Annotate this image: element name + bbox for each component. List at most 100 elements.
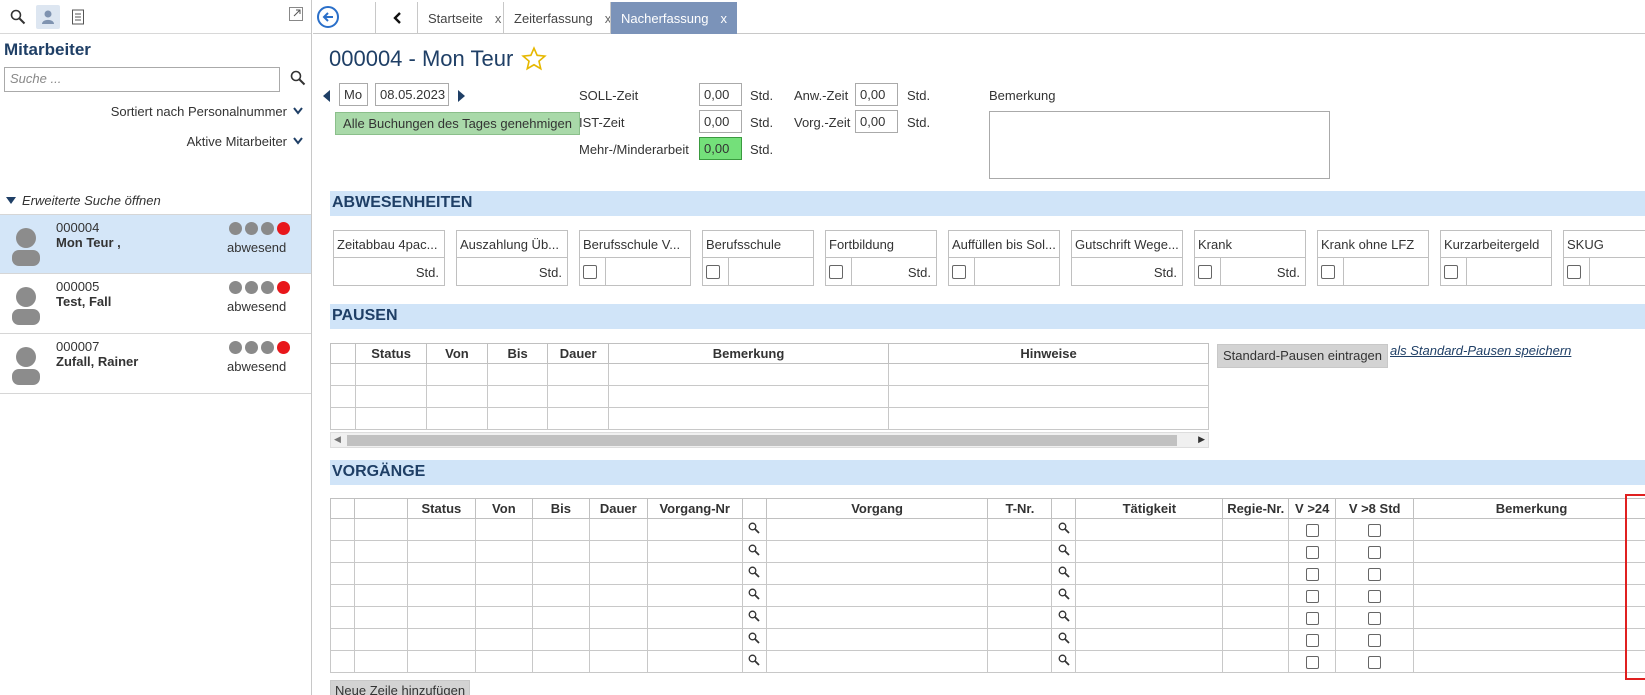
vorgang-cell[interactable] bbox=[1335, 628, 1415, 651]
vorgang-checkbox[interactable] bbox=[1368, 524, 1382, 538]
scrollbar-thumb[interactable] bbox=[347, 435, 1177, 446]
next-day-icon[interactable] bbox=[458, 90, 466, 102]
vorgang-checkbox[interactable] bbox=[1368, 634, 1382, 648]
vorgang-cell[interactable] bbox=[765, 540, 989, 563]
vorgang-cell[interactable] bbox=[406, 628, 476, 651]
vorgang-cell[interactable] bbox=[330, 562, 355, 585]
vorgang-cell[interactable] bbox=[353, 628, 408, 651]
date-field[interactable]: 08.05.2023 bbox=[375, 83, 449, 106]
vorgang-cell[interactable] bbox=[741, 628, 767, 651]
pause-cell[interactable] bbox=[426, 385, 488, 408]
lookup-search-icon[interactable] bbox=[1058, 632, 1070, 647]
lookup-search-icon[interactable] bbox=[1058, 522, 1070, 537]
pause-cell[interactable] bbox=[607, 407, 890, 430]
vorgang-cell[interactable] bbox=[474, 606, 533, 629]
vorgang-cell[interactable] bbox=[987, 606, 1053, 629]
vorgang-cell[interactable] bbox=[765, 518, 989, 541]
expand-icon[interactable] bbox=[289, 7, 303, 24]
back-button[interactable] bbox=[317, 6, 339, 28]
lookup-search-icon[interactable] bbox=[748, 566, 760, 581]
vorgang-cell[interactable] bbox=[765, 650, 989, 673]
vorgang-cell[interactable] bbox=[1413, 628, 1645, 651]
vorgang-row[interactable] bbox=[330, 650, 1645, 673]
vorgang-cell[interactable] bbox=[646, 628, 743, 651]
absence-checkbox[interactable] bbox=[583, 265, 597, 279]
vorgang-row[interactable] bbox=[330, 606, 1645, 629]
vorgang-cell[interactable] bbox=[987, 540, 1053, 563]
search-icon[interactable] bbox=[290, 70, 306, 89]
vorgang-cell[interactable] bbox=[588, 650, 648, 673]
vorgang-cell[interactable] bbox=[353, 606, 408, 629]
vorgang-cell[interactable] bbox=[741, 606, 767, 629]
remark-textarea[interactable] bbox=[989, 111, 1330, 179]
vorgang-cell[interactable] bbox=[646, 540, 743, 563]
absence-hours-field[interactable]: Std. bbox=[908, 265, 936, 280]
person-icon[interactable] bbox=[36, 4, 60, 29]
absence-checkbox[interactable] bbox=[1321, 265, 1335, 279]
pause-cell[interactable] bbox=[547, 407, 609, 430]
vorgang-cell[interactable] bbox=[531, 518, 590, 541]
vorgang-cell[interactable] bbox=[741, 540, 767, 563]
vorgang-cell[interactable] bbox=[406, 606, 476, 629]
vorgang-row[interactable] bbox=[330, 540, 1645, 563]
vorgang-cell[interactable] bbox=[1075, 540, 1224, 563]
pause-cell[interactable] bbox=[607, 385, 890, 408]
lookup-search-icon[interactable] bbox=[748, 632, 760, 647]
pause-cell[interactable] bbox=[547, 363, 609, 386]
vorgang-cell[interactable] bbox=[987, 628, 1053, 651]
vorgang-cell[interactable] bbox=[1288, 606, 1337, 629]
vorgang-cell[interactable] bbox=[1335, 540, 1415, 563]
vorgang-cell[interactable] bbox=[353, 650, 408, 673]
vorgang-cell[interactable] bbox=[1335, 650, 1415, 673]
pause-cell[interactable] bbox=[355, 385, 428, 408]
vorgang-checkbox[interactable] bbox=[1305, 612, 1319, 626]
vorgang-cell[interactable] bbox=[1222, 628, 1290, 651]
document-icon[interactable] bbox=[66, 5, 90, 29]
vorgang-cell[interactable] bbox=[474, 540, 533, 563]
vorgang-cell[interactable] bbox=[987, 518, 1053, 541]
vorgang-cell[interactable] bbox=[765, 628, 989, 651]
vorgang-cell[interactable] bbox=[646, 562, 743, 585]
vorgang-cell[interactable] bbox=[1051, 562, 1077, 585]
vorgang-row[interactable] bbox=[330, 584, 1645, 607]
tab-close-button[interactable]: x bbox=[720, 11, 727, 26]
vorgang-cell[interactable] bbox=[406, 584, 476, 607]
vorgang-cell[interactable] bbox=[646, 518, 743, 541]
vorgang-cell[interactable] bbox=[531, 584, 590, 607]
save-standard-pauses-link[interactable]: als Standard-Pausen speichern bbox=[1390, 343, 1571, 358]
vorgang-cell[interactable] bbox=[406, 540, 476, 563]
vorgang-cell[interactable] bbox=[1075, 584, 1224, 607]
tab-close-button[interactable]: x bbox=[495, 11, 502, 26]
absence-hours-field[interactable]: Std. bbox=[1277, 265, 1305, 280]
vorgang-checkbox[interactable] bbox=[1368, 568, 1382, 582]
vorgang-cell[interactable] bbox=[330, 628, 355, 651]
vorgang-cell[interactable] bbox=[1222, 540, 1290, 563]
vorgang-cell[interactable] bbox=[1075, 518, 1224, 541]
vorgang-cell[interactable] bbox=[1075, 562, 1224, 585]
pause-cell[interactable] bbox=[355, 363, 428, 386]
pause-cell[interactable] bbox=[355, 407, 428, 430]
pause-cell[interactable] bbox=[426, 407, 488, 430]
vorgang-cell[interactable] bbox=[1222, 650, 1290, 673]
vorgang-cell[interactable] bbox=[1051, 606, 1077, 629]
tab-zeiterfassung[interactable]: Zeiterfassung x bbox=[503, 2, 621, 34]
vorgang-cell[interactable] bbox=[588, 584, 648, 607]
vorgang-checkbox[interactable] bbox=[1305, 546, 1319, 560]
lookup-search-icon[interactable] bbox=[748, 610, 760, 625]
vorgang-cell[interactable] bbox=[1288, 650, 1337, 673]
absence-checkbox[interactable] bbox=[952, 265, 966, 279]
vorgang-cell[interactable] bbox=[406, 650, 476, 673]
lookup-search-icon[interactable] bbox=[1058, 588, 1070, 603]
new-row-button[interactable]: Neue Zeile hinzufügen bbox=[330, 680, 471, 695]
vorgang-checkbox[interactable] bbox=[1368, 612, 1382, 626]
vorgang-cell[interactable] bbox=[474, 562, 533, 585]
scroll-right-icon[interactable]: ▶ bbox=[1198, 434, 1205, 445]
pause-row[interactable] bbox=[329, 363, 1209, 386]
search-icon[interactable] bbox=[6, 5, 30, 29]
vorgang-cell[interactable] bbox=[741, 518, 767, 541]
vorgang-cell[interactable] bbox=[646, 584, 743, 607]
weekday-field[interactable]: Mo bbox=[339, 83, 368, 106]
vorgang-checkbox[interactable] bbox=[1305, 634, 1319, 648]
vorgang-cell[interactable] bbox=[1075, 628, 1224, 651]
vorgang-cell[interactable] bbox=[1051, 628, 1077, 651]
